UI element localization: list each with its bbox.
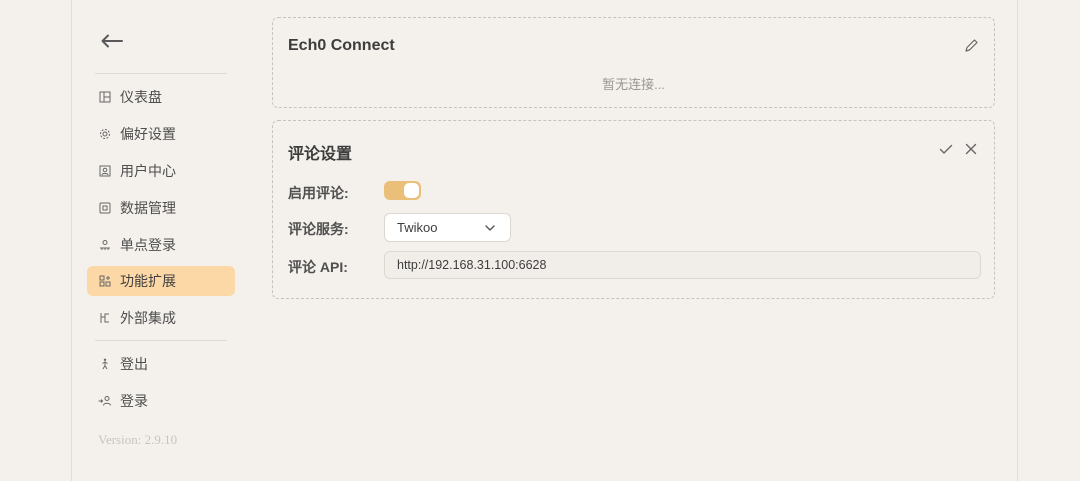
gear-icon bbox=[98, 127, 112, 141]
card-title: Ech0 Connect bbox=[288, 37, 395, 54]
empty-connections-text: 暂无连接... bbox=[602, 77, 665, 92]
arrow-left-icon bbox=[101, 34, 123, 48]
version-text: Version: 2.9.10 bbox=[98, 432, 178, 447]
cancel-button[interactable] bbox=[963, 141, 979, 157]
key-icon bbox=[98, 238, 112, 252]
sidebar-item-dashboard[interactable]: 仪表盘 bbox=[87, 82, 235, 112]
comment-settings-card: 评论设置 启用评论: 评论服务: Twikoo 评论 API: http://1… bbox=[272, 120, 995, 299]
sidebar-item-integrations[interactable]: 外部集成 bbox=[87, 303, 235, 333]
sidebar-item-label: 外部集成 bbox=[120, 310, 176, 326]
pencil-icon bbox=[965, 39, 978, 52]
sidebar-item-data-management[interactable]: 数据管理 bbox=[87, 193, 235, 223]
sidebar-divider bbox=[95, 73, 227, 74]
sidebar-item-label: 单点登录 bbox=[120, 237, 176, 253]
user-card-icon bbox=[98, 164, 112, 178]
sidebar-item-extensions[interactable]: 功能扩展 bbox=[87, 266, 235, 296]
confirm-button[interactable] bbox=[938, 141, 954, 157]
apps-icon bbox=[98, 274, 112, 288]
comment-api-input[interactable]: http://192.168.31.100:6628 bbox=[384, 251, 981, 279]
enable-comment-toggle[interactable] bbox=[384, 181, 421, 200]
enable-comment-label: 启用评论: bbox=[288, 185, 349, 201]
close-icon bbox=[965, 143, 977, 155]
sidebar-item-label: 功能扩展 bbox=[120, 273, 176, 289]
comment-service-label: 评论服务: bbox=[288, 221, 349, 237]
sidebar-item-label: 偏好设置 bbox=[120, 126, 176, 142]
comment-api-label: 评论 API: bbox=[288, 259, 348, 275]
edit-button[interactable] bbox=[963, 38, 979, 54]
database-icon bbox=[98, 201, 112, 215]
walk-icon bbox=[98, 357, 112, 371]
sidebar-item-sso[interactable]: 单点登录 bbox=[87, 230, 235, 260]
sidebar-item-preferences[interactable]: 偏好设置 bbox=[87, 119, 235, 149]
check-icon bbox=[939, 144, 953, 154]
login-label: 登录 bbox=[120, 393, 148, 409]
logout-label: 登出 bbox=[120, 356, 148, 372]
back-button[interactable] bbox=[99, 30, 125, 52]
chevron-down-icon bbox=[485, 225, 495, 231]
comment-service-select[interactable]: Twikoo bbox=[384, 213, 511, 242]
sidebar-item-label: 用户中心 bbox=[120, 163, 176, 179]
sidebar-item-label: 仪表盘 bbox=[120, 89, 162, 105]
login-button[interactable]: 登录 bbox=[87, 386, 235, 416]
sidebar: 仪表盘 偏好设置 用户中心 数据管理 单点登录 功能扩展 外部集成 登出 登录 … bbox=[87, 0, 235, 481]
sidebar-item-label: 数据管理 bbox=[120, 200, 176, 216]
toggle-knob bbox=[404, 183, 419, 198]
logout-button[interactable]: 登出 bbox=[87, 349, 235, 379]
card-title: 评论设置 bbox=[288, 146, 353, 163]
branch-icon bbox=[98, 311, 112, 325]
sidebar-divider bbox=[95, 340, 227, 341]
sidebar-item-user-center[interactable]: 用户中心 bbox=[87, 156, 235, 186]
dashboard-icon bbox=[98, 90, 112, 104]
select-value: Twikoo bbox=[397, 220, 438, 235]
login-icon bbox=[98, 394, 112, 408]
ech0-connect-card: Ech0 Connect 暂无连接... bbox=[272, 17, 995, 108]
